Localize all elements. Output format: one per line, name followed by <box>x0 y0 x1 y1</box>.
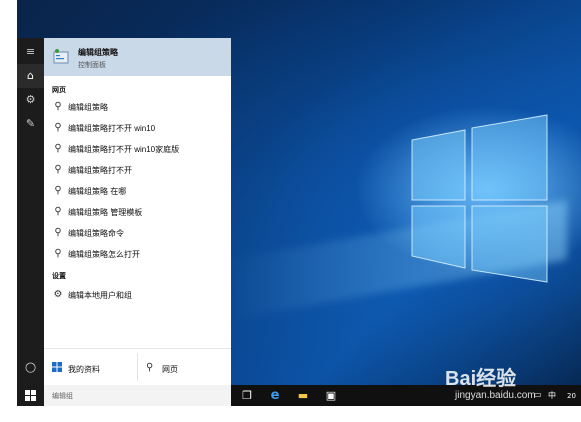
screen: ≡ ⌂ ⚙ ✎ ○ 编辑组策略 控制面板 网页 ⚲ 编辑组策略 ⚲ 编辑组策略打… <box>17 0 581 406</box>
settings-result-item[interactable]: ⚙ 编辑本地用户和组 <box>44 285 231 306</box>
web-filter-button[interactable]: ⚲ 网页 <box>138 349 231 386</box>
web-result-label: 编辑组策略怎么打开 <box>68 250 140 259</box>
control-panel-icon <box>53 49 69 64</box>
web-filter-label: 网页 <box>162 365 178 374</box>
best-match-item[interactable]: 编辑组策略 控制面板 <box>44 38 231 76</box>
web-result-label: 编辑组策略打不开 win10 <box>68 124 156 133</box>
web-section-label: 网页 <box>52 87 66 94</box>
search-icon: ⚲ <box>54 143 62 154</box>
web-result-label: 编辑组策略命令 <box>68 229 124 238</box>
search-icon: ⚲ <box>54 101 62 112</box>
web-result-item[interactable]: ⚲ 编辑组策略打不开 win10 <box>44 118 231 139</box>
web-result-label: 编辑组策略打不开 win10家庭版 <box>68 145 180 154</box>
windows-start-icon <box>25 390 36 401</box>
start-menu-rail: ≡ ⌂ ⚙ ✎ ○ <box>17 38 44 385</box>
watermark-url: jingyan.baidu.com <box>455 390 536 401</box>
search-query-text: 编辑组 <box>52 393 73 400</box>
my-stuff-button[interactable]: 我的资料 <box>44 349 137 386</box>
gear-icon[interactable]: ⚙ <box>17 88 44 112</box>
search-filter-bar: 我的资料 ⚲ 网页 <box>44 348 231 386</box>
search-icon: ⚲ <box>54 185 62 196</box>
search-icon: ⚲ <box>54 164 62 175</box>
web-result-label: 编辑组策略打不开 <box>68 166 132 175</box>
web-result-item[interactable]: ⚲ 编辑组策略 管理模板 <box>44 202 231 223</box>
file-explorer-icon[interactable]: ▬ <box>295 388 311 404</box>
web-result-item[interactable]: ⚲ 编辑组策略打不开 <box>44 160 231 181</box>
web-result-item[interactable]: ⚲ 编辑组策略 <box>44 97 231 118</box>
taskbar-search-input[interactable]: 编辑组 <box>44 385 231 406</box>
web-result-item[interactable]: ⚲ 编辑组策略命令 <box>44 223 231 244</box>
edge-browser-icon[interactable]: e <box>267 388 283 404</box>
search-icon: ⚲ <box>146 362 154 373</box>
web-result-label: 编辑组策略 <box>68 103 108 112</box>
feedback-icon[interactable]: ✎ <box>17 112 44 136</box>
start-button[interactable] <box>17 385 44 406</box>
store-icon[interactable]: ▣ <box>323 388 339 404</box>
search-results-panel: 编辑组策略 控制面板 网页 ⚲ 编辑组策略 ⚲ 编辑组策略打不开 win10 ⚲… <box>44 38 231 386</box>
best-match-subtitle: 控制面板 <box>78 62 106 69</box>
web-result-label: 编辑组策略 在哪 <box>68 187 127 196</box>
task-view-icon[interactable]: ❐ <box>239 388 255 404</box>
settings-section-label: 设置 <box>52 273 66 280</box>
cortana-circle-icon[interactable]: ○ <box>17 356 44 380</box>
search-icon: ⚲ <box>54 206 62 217</box>
search-icon: ⚲ <box>54 227 62 238</box>
hamburger-menu-icon[interactable]: ≡ <box>17 40 44 64</box>
home-icon[interactable]: ⌂ <box>17 64 44 88</box>
web-result-label: 编辑组策略 管理模板 <box>68 208 143 217</box>
settings-result-label: 编辑本地用户和组 <box>68 291 132 300</box>
baidu-watermark: Bai经验 jingyan.baidu.com <box>435 362 581 406</box>
search-icon: ⚲ <box>54 122 62 133</box>
my-stuff-label: 我的资料 <box>68 365 100 374</box>
watermark-brand: Bai经验 <box>445 368 517 390</box>
web-result-item[interactable]: ⚲ 编辑组策略怎么打开 <box>44 244 231 265</box>
web-result-item[interactable]: ⚲ 编辑组策略 在哪 <box>44 181 231 202</box>
windows-icon <box>52 362 62 372</box>
best-match-title: 编辑组策略 <box>78 48 118 57</box>
web-result-item[interactable]: ⚲ 编辑组策略打不开 win10家庭版 <box>44 139 231 160</box>
search-icon: ⚲ <box>54 248 62 259</box>
gear-icon: ⚙ <box>53 289 63 300</box>
